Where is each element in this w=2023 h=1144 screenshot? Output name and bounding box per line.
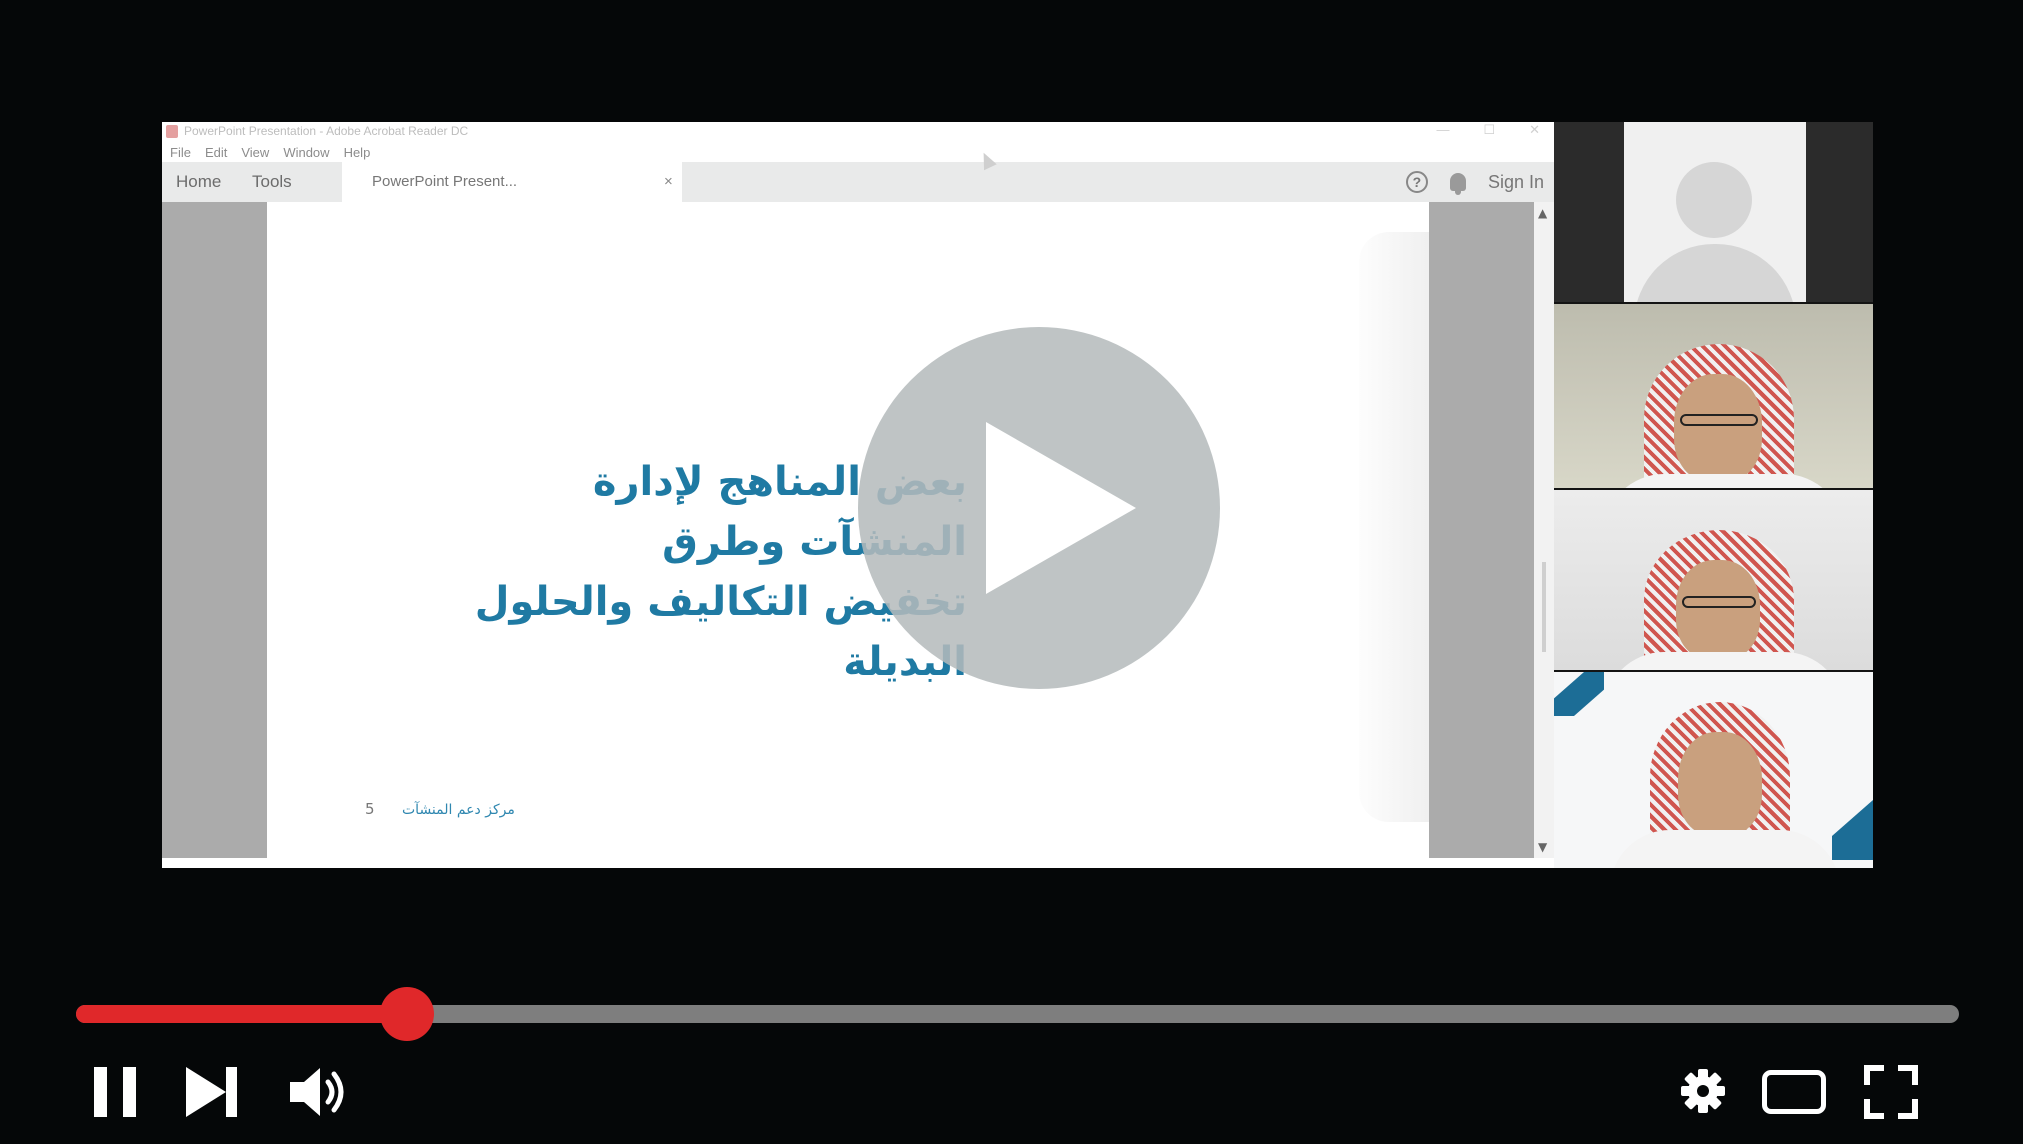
participant-tile-4[interactable] [1554,672,1873,868]
avatar-icon [1676,162,1752,238]
next-icon[interactable] [186,1067,240,1117]
avatar-body-shape [1634,244,1796,302]
menu-view[interactable]: View [241,145,269,160]
page-gutter-left [162,202,267,858]
bell-icon[interactable] [1449,173,1466,195]
pause-icon[interactable] [92,1067,138,1117]
acrobat-icon [166,125,178,138]
menu-file[interactable]: File [170,145,191,160]
help-icon[interactable]: ? [1405,171,1428,193]
scroll-thumb[interactable] [1542,562,1546,652]
participant-tile-1[interactable] [1554,122,1873,302]
participant-tile-2[interactable] [1554,304,1873,488]
org-logo-shape [1554,672,1604,716]
toolbar-right: ? Sign In [1405,162,1544,202]
tab-home[interactable]: Home [176,162,221,202]
progress-bar[interactable] [76,987,1959,1041]
progress-scrubber[interactable] [380,987,434,1041]
document-workspace: بعض المناهج لإدارة المنشآت وطرق تخفيض ال… [162,202,1554,858]
video-player[interactable]: PowerPoint Presentation - Adobe Acrobat … [0,0,2023,1144]
acrobat-tab-bar: Home Tools PowerPoint Present... × ? Sig… [162,162,1554,202]
window-titlebar: PowerPoint Presentation - Adobe Acrobat … [162,122,1554,142]
tab-close-icon[interactable]: × [664,162,673,202]
menu-bar: File Edit View Window Help [162,142,1554,162]
menu-edit[interactable]: Edit [205,145,227,160]
tab-document[interactable]: PowerPoint Present... × [342,162,682,202]
big-play-button[interactable] [858,327,1220,689]
vertical-scrollbar[interactable]: ▲ ▼ [1534,202,1554,858]
minimize-icon[interactable]: — [1436,122,1449,138]
tab-tools[interactable]: Tools [252,162,292,202]
close-icon[interactable]: ✕ [1529,122,1540,138]
org-logo-shape-2 [1832,800,1873,860]
tab-document-label: PowerPoint Present... [372,173,518,190]
menu-help[interactable]: Help [344,145,371,160]
page-gutter-right [1429,202,1534,858]
progress-played [76,1005,407,1023]
maximize-icon[interactable]: ☐ [1483,122,1495,138]
avatar-card [1624,122,1806,302]
slide-footer-org: مركز دعم المنشآت [402,802,515,818]
window-title: PowerPoint Presentation - Adobe Acrobat … [184,124,469,138]
menu-window[interactable]: Window [283,145,329,160]
scroll-down-icon[interactable]: ▼ [1538,840,1547,854]
slide-page: بعض المناهج لإدارة المنشآت وطرق تخفيض ال… [267,202,1449,858]
gear-icon[interactable] [1680,1068,1726,1114]
fullscreen-icon[interactable] [1864,1065,1918,1119]
scroll-up-icon[interactable]: ▲ [1538,206,1547,220]
theater-icon[interactable] [1762,1070,1826,1114]
participant-panel [1554,122,1873,868]
participant-tile-3[interactable] [1554,490,1873,670]
big-play-icon [986,422,1136,594]
window-controls: — ☐ ✕ [1436,122,1540,138]
sign-in-button[interactable]: Sign In [1488,172,1544,193]
slide-page-number: 5 [365,800,375,818]
volume-icon[interactable] [288,1062,348,1122]
